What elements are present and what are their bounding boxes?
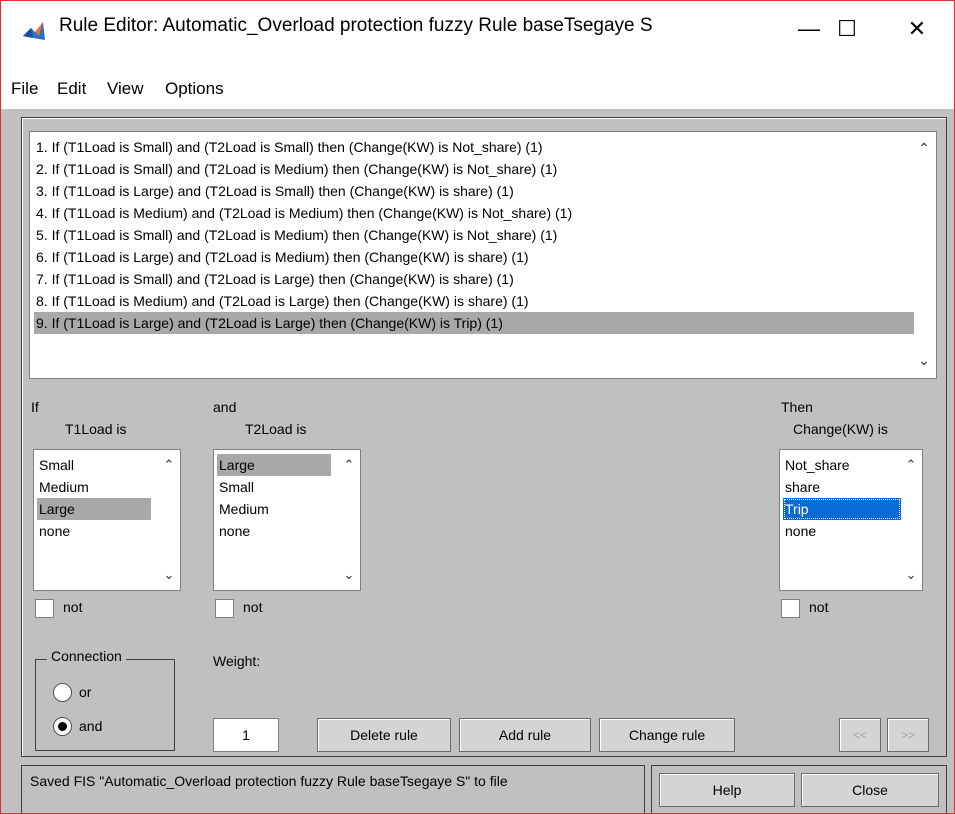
change-kw-option[interactable]: none — [783, 520, 901, 542]
rule-item[interactable]: 3. If (T1Load is Large) and (T2Load is S… — [34, 180, 914, 202]
t1load-not-checkbox[interactable] — [35, 599, 54, 618]
help-button[interactable]: Help — [659, 773, 795, 807]
change-kw-scroll-down-icon[interactable]: ⌄ — [904, 568, 918, 582]
t1load-option[interactable]: Medium — [37, 476, 151, 498]
rule-item[interactable]: 4. If (T1Load is Medium) and (T2Load is … — [34, 202, 914, 224]
title-bar[interactable]: Rule Editor: Automatic_Overload protecti… — [1, 1, 954, 55]
t2load-listbox[interactable]: Large Small Medium none ⌃ ⌄ — [213, 449, 361, 591]
t1load-label: T1Load is — [65, 421, 127, 437]
and-radio[interactable] — [53, 717, 72, 736]
change-kw-not-checkbox[interactable] — [781, 599, 800, 618]
rule-item[interactable]: 5. If (T1Load is Small) and (T2Load is M… — [34, 224, 914, 246]
t2load-option[interactable]: Small — [217, 476, 331, 498]
status-text: Saved FIS "Automatic_Overload protection… — [30, 773, 508, 789]
next-button[interactable]: >> — [887, 718, 929, 752]
and-radio-label: and — [79, 718, 103, 734]
add-rule-button[interactable]: Add rule — [459, 718, 591, 752]
or-radio-label: or — [79, 684, 92, 700]
t1load-scroll-up-icon[interactable]: ⌃ — [162, 458, 176, 472]
menu-file[interactable]: File — [11, 79, 38, 99]
status-panel: Saved FIS "Automatic_Overload protection… — [21, 765, 645, 813]
rule-editor-window: Rule Editor: Automatic_Overload protecti… — [0, 0, 955, 814]
menu-bar: File Edit View Options — [1, 55, 954, 105]
and-radio-dot — [58, 722, 67, 731]
t1load-scroll-down-icon[interactable]: ⌄ — [162, 568, 176, 582]
weight-label: Weight: — [213, 653, 261, 669]
menu-edit[interactable]: Edit — [57, 79, 86, 99]
change-kw-option[interactable]: share — [783, 476, 901, 498]
and-label: and — [213, 399, 237, 415]
t1load-listbox[interactable]: Small Medium Large none ⌃ ⌄ — [33, 449, 181, 591]
rule-item[interactable]: 1. If (T1Load is Small) and (T2Load is S… — [34, 136, 914, 158]
t2load-option[interactable]: none — [217, 520, 331, 542]
or-radio[interactable] — [53, 683, 72, 702]
change-kw-option[interactable]: Not_share — [783, 454, 901, 476]
connection-title: Connection — [47, 648, 126, 664]
then-label: Then — [781, 399, 813, 415]
change-kw-listbox[interactable]: Not_share share Trip none ⌃ ⌄ — [779, 449, 923, 591]
prev-button[interactable]: << — [839, 718, 881, 752]
change-kw-scroll-up-icon[interactable]: ⌃ — [904, 458, 918, 472]
t2load-not-checkbox[interactable] — [215, 599, 234, 618]
t2load-option[interactable]: Medium — [217, 498, 331, 520]
change-kw-not-label: not — [809, 599, 829, 615]
delete-rule-button[interactable]: Delete rule — [317, 718, 451, 752]
menu-view[interactable]: View — [107, 79, 144, 99]
close-button[interactable]: Close — [801, 773, 939, 807]
t2load-option-selected[interactable]: Large — [217, 454, 331, 476]
t2load-scroll-up-icon[interactable]: ⌃ — [342, 458, 356, 472]
t1load-option[interactable]: none — [37, 520, 151, 542]
connection-groupbox — [35, 659, 175, 751]
t1load-option[interactable]: Small — [37, 454, 151, 476]
minimize-button[interactable]: — — [789, 11, 829, 47]
t2load-label: T2Load is — [245, 421, 307, 437]
rules-scroll-up-icon[interactable]: ⌃ — [916, 140, 932, 156]
rules-list[interactable]: 1. If (T1Load is Small) and (T2Load is S… — [29, 131, 937, 379]
if-label: If — [31, 399, 39, 415]
rules-scroll-down-icon[interactable]: ⌄ — [916, 352, 932, 368]
menu-options[interactable]: Options — [165, 79, 224, 99]
t1load-option-selected[interactable]: Large — [37, 498, 151, 520]
close-window-button[interactable]: ✕ — [897, 11, 937, 47]
matlab-icon — [21, 18, 47, 44]
rule-item[interactable]: 7. If (T1Load is Small) and (T2Load is L… — [34, 268, 914, 290]
window-title: Rule Editor: Automatic_Overload protecti… — [59, 15, 653, 36]
change-kw-option-selected[interactable]: Trip — [783, 498, 901, 520]
rule-item[interactable]: 2. If (T1Load is Small) and (T2Load is M… — [34, 158, 914, 180]
t1load-not-label: not — [63, 599, 83, 615]
rule-item-selected[interactable]: 9. If (T1Load is Large) and (T2Load is L… — [34, 312, 914, 334]
t2load-scroll-down-icon[interactable]: ⌄ — [342, 568, 356, 582]
change-kw-label: Change(KW) is — [793, 421, 888, 437]
weight-input[interactable]: 1 — [213, 718, 279, 752]
maximize-button[interactable]: ☐ — [827, 11, 867, 47]
change-rule-button[interactable]: Change rule — [599, 718, 735, 752]
t2load-not-label: not — [243, 599, 263, 615]
rule-item[interactable]: 6. If (T1Load is Large) and (T2Load is M… — [34, 246, 914, 268]
rule-item[interactable]: 8. If (T1Load is Medium) and (T2Load is … — [34, 290, 914, 312]
